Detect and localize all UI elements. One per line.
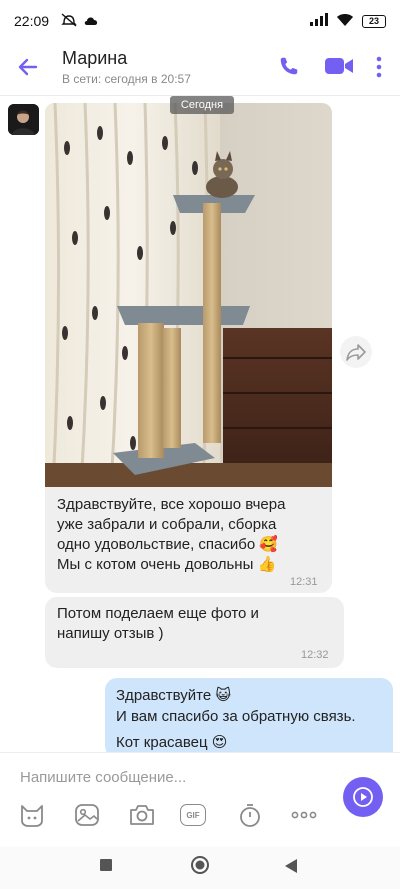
send-button[interactable]: [343, 777, 383, 817]
video-call-icon[interactable]: [325, 56, 353, 76]
chat-header: Марина В сети: сегодня в 20:57: [0, 42, 400, 94]
signal-icon: [310, 13, 328, 29]
status-bar: 22:09 23: [0, 0, 400, 42]
more-icon[interactable]: [290, 802, 318, 828]
timer-icon[interactable]: [236, 802, 264, 828]
message-photo[interactable]: [45, 103, 332, 487]
system-nav-bar: [0, 847, 400, 889]
call-icon[interactable]: [278, 55, 300, 77]
gif-label: GIF: [180, 804, 206, 826]
status-time: 22:09: [14, 13, 50, 29]
message-line: Мы с котом очень довольны: [57, 556, 254, 573]
message-line: Потом поделаем еще фото и: [57, 605, 259, 622]
camera-icon[interactable]: [128, 802, 156, 828]
date-separator: Сегодня: [170, 96, 234, 114]
forward-icon: [346, 344, 366, 361]
message-line: И вам спасибо за обратную связь.: [116, 708, 356, 725]
more-options-icon[interactable]: [370, 54, 388, 80]
heart-eyes-emoji: 😍: [211, 734, 228, 751]
cloud-icon: [83, 13, 99, 29]
back-arrow-icon[interactable]: [16, 55, 40, 79]
message-line: одно удовольствие, спасибо: [57, 536, 256, 553]
forward-button[interactable]: [340, 336, 372, 368]
sticker-icon[interactable]: [18, 802, 46, 828]
message-line: Здравствуйте, все хорошо вчера: [57, 496, 286, 513]
thumbs-up-emoji: 👍: [257, 556, 277, 573]
message-text: Здравствуйте, все хорошо вчера уже забра…: [57, 495, 327, 575]
contact-name[interactable]: Марина: [62, 48, 127, 69]
home-icon[interactable]: [190, 855, 210, 875]
gif-icon[interactable]: GIF: [180, 802, 210, 828]
message-line: Кот красавец: [116, 734, 208, 751]
message-line: Здравствуйте: [116, 687, 212, 704]
mute-icon: [61, 12, 77, 30]
recents-icon[interactable]: [99, 858, 113, 872]
message-composer: Напишите сообщение...: [0, 752, 400, 847]
gallery-icon[interactable]: [73, 802, 101, 828]
play-icon: [353, 787, 373, 807]
message-input[interactable]: Напишите сообщение...: [20, 769, 186, 786]
back-icon[interactable]: [284, 858, 298, 874]
message-text: Здравствуйте 😺 И вам спасибо за обратную…: [116, 685, 391, 753]
message-line: уже забрали и собрали, сборка: [57, 516, 277, 533]
contact-status: В сети: сегодня в 20:57: [62, 72, 191, 86]
wifi-icon: [336, 13, 354, 30]
contact-avatar[interactable]: [8, 104, 39, 135]
message-time: 12:32: [301, 649, 329, 661]
message-text: Потом поделаем еще фото и напишу отзыв ): [57, 604, 327, 644]
battery-icon: 23: [362, 14, 386, 28]
smiling-hearts-emoji: 🥰: [259, 536, 279, 553]
message-time: 12:31: [290, 576, 318, 588]
smiling-cat-emoji: 😺: [215, 687, 232, 704]
message-line: напишу отзыв ): [57, 625, 164, 642]
